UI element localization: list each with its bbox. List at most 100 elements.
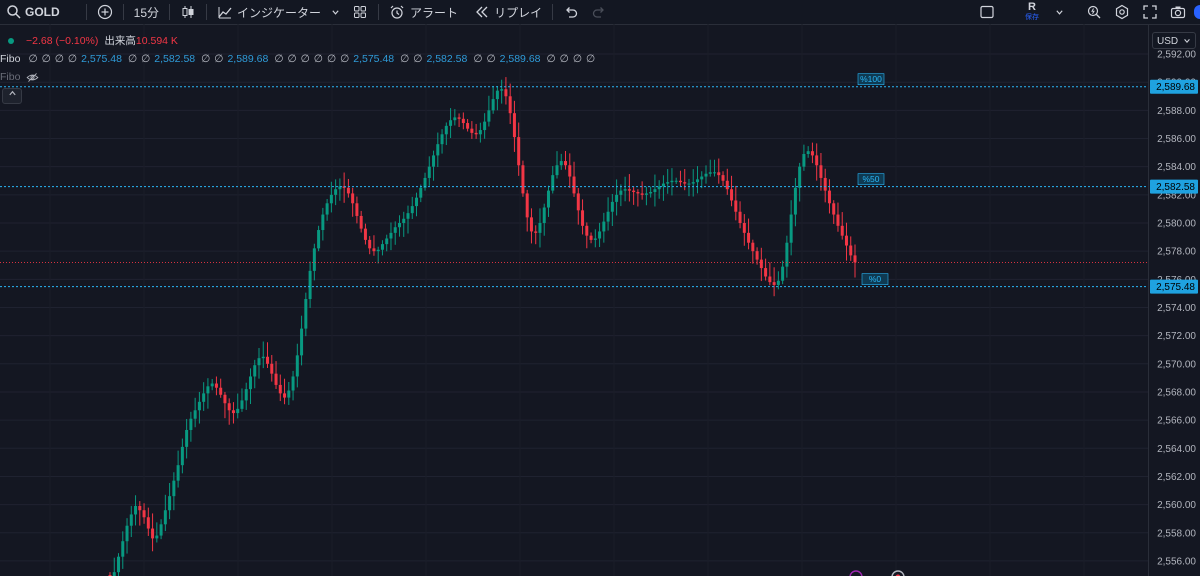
fibo-level-value: 2,582.58 (154, 53, 196, 65)
toolbar-divider (206, 4, 208, 20)
candle-body-down (227, 403, 231, 411)
indicators-icon (218, 7, 232, 19)
alert-label: アラート (410, 5, 459, 20)
candle-body-up (602, 221, 606, 232)
save-dropdown-button[interactable] (1049, 0, 1070, 24)
undo-button[interactable] (557, 0, 585, 24)
candle-body-up (789, 214, 793, 243)
candle-body-down (564, 161, 568, 166)
candle-body-down (734, 200, 738, 212)
candle-body-down (764, 268, 768, 277)
empty-value-icon: ∅ (127, 53, 138, 65)
candle-body-up (117, 556, 121, 573)
empty-value-icon: ∅ (546, 53, 556, 65)
candle-body-up (674, 180, 678, 182)
quick-search-button[interactable] (1080, 0, 1108, 24)
market-status-dot (8, 38, 14, 44)
candle-body-up (661, 183, 665, 187)
candle-body-down (772, 282, 776, 285)
candle-body-down (755, 251, 759, 260)
candle-body-down (823, 177, 827, 191)
snapshot-button[interactable] (1164, 0, 1192, 24)
chevron-down-icon (1056, 9, 1063, 15)
candle-body-up (180, 446, 184, 466)
fib-level-label: %100 (860, 74, 882, 84)
price-tick-label: 2,562.00 (1157, 472, 1196, 483)
price-chart[interactable]: 2,592.002,590.002,588.002,586.002,584.00… (0, 24, 1200, 576)
indicators-button[interactable]: インジケーター (211, 0, 346, 24)
compare-symbol-button[interactable] (91, 0, 119, 24)
candle-body-up (793, 187, 797, 215)
price-axis[interactable]: 2,592.002,590.002,588.002,586.002,584.00… (1157, 50, 1196, 568)
toolbar-divider (169, 4, 171, 20)
chart-type-button[interactable] (174, 0, 202, 24)
event-marker-icon[interactable] (849, 570, 863, 576)
candle-body-up (406, 213, 410, 219)
candle-body-down (355, 203, 359, 216)
candle-body-down (368, 239, 372, 249)
candle-body-down (274, 373, 278, 385)
fib-price-label: 2,582.58 (1156, 182, 1195, 193)
currency-selector[interactable]: USD (1152, 32, 1196, 49)
volume-value: 10.594 K (135, 35, 178, 47)
candle-body-up (189, 418, 193, 430)
candle-body-down (815, 155, 819, 166)
candle-body-down (270, 363, 274, 374)
save-layout-button[interactable]: R 保存 (1015, 0, 1049, 24)
empty-value-icon: ∅ (340, 53, 350, 65)
redo-button[interactable] (585, 0, 613, 24)
candle-body-up (687, 183, 691, 185)
candle-body-down (521, 165, 525, 194)
toolbar-divider (378, 4, 380, 20)
candle-body-up (202, 393, 206, 402)
toolbar-divider (85, 4, 87, 20)
candles (108, 77, 857, 576)
candle-body-up (695, 179, 699, 183)
legend-collapse-button[interactable] (2, 88, 22, 104)
fibo-hidden-legend-row[interactable]: Fibo (0, 68, 599, 86)
settings-button[interactable] (1108, 0, 1136, 24)
eye-hidden-icon[interactable] (26, 71, 39, 84)
candle-body-down (351, 193, 355, 204)
candle-body-down (640, 193, 644, 195)
candle-body-up (257, 358, 261, 366)
search-icon (7, 5, 21, 19)
price-tick-label: 2,568.00 (1157, 387, 1196, 398)
fibo-level-value: 2,582.58 (426, 53, 468, 65)
grid-icon (354, 6, 367, 18)
interval-button[interactable]: 15分 (128, 0, 165, 24)
publish-indicator[interactable] (1194, 5, 1200, 19)
price-change: −2.68 (−0.10%) (26, 35, 99, 47)
candle-body-down (278, 384, 282, 394)
symbol-search[interactable]: GOLD (0, 0, 66, 24)
fibo-legend-row[interactable]: Fibo ∅ ∅ ∅ ∅ 2,575.48 ∅ ∅ 2,582.58 ∅ ∅ 2,589.68 ∅ ∅ ∅… (0, 50, 599, 68)
candle-body-down (717, 172, 721, 176)
price-tick-label: 2,572.00 (1157, 331, 1196, 342)
fibonacci-retracement[interactable]: %100 2,589.68 %50 2,582.58 %0 2,575.48 (0, 73, 1198, 294)
volume-label: 出来高 (104, 35, 136, 47)
layouts-button[interactable] (346, 0, 374, 24)
candle-body-up (389, 232, 393, 239)
chart-legend: −2.68 (−0.10%) 出来高 10.594 K Fibo ∅ ∅ ∅ ∅ 2,5… (0, 32, 599, 86)
candle-body-up (436, 144, 440, 156)
price-tick-label: 2,556.00 (1157, 556, 1196, 567)
fullscreen-button[interactable] (1136, 0, 1164, 24)
candle-body-down (283, 393, 287, 398)
candle-body-up (248, 376, 252, 390)
replay-button[interactable]: リプレイ (468, 0, 548, 24)
fullscreen-box-button[interactable] (973, 0, 1001, 24)
candle-body-up (615, 194, 619, 202)
candle-body-down (627, 189, 631, 191)
candle-body-up (210, 383, 214, 387)
fibo-indicator-name: Fibo (0, 53, 21, 65)
chevron-down-icon (1184, 39, 1190, 43)
candle-body-down (142, 510, 146, 518)
alert-button[interactable]: アラート (383, 0, 464, 24)
chevron-up-icon (8, 90, 16, 96)
candle-body-up (619, 190, 623, 195)
candle-body-up (376, 249, 380, 252)
candle-body-up (432, 155, 436, 167)
candle-body-up (159, 524, 163, 536)
candle-body-down (683, 182, 687, 184)
price-tick-label: 2,584.00 (1157, 162, 1196, 173)
